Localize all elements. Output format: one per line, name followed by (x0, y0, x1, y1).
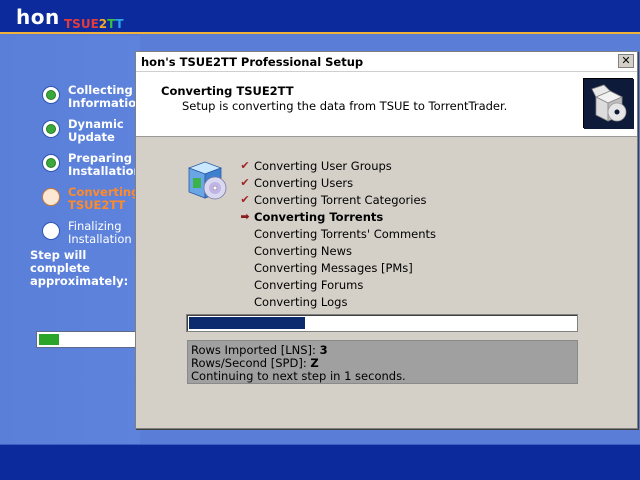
close-icon: ✕ (621, 54, 631, 67)
task-item: Converting Logs (236, 293, 576, 310)
task-item: Converting Messages [PMs] (236, 259, 576, 276)
task-item: ➡ Converting Torrents (236, 208, 576, 225)
setup-dialog: hon's TSUE2TT Professional Setup ✕ Conve… (135, 51, 638, 429)
top-banner: hon TSUE2TT (0, 0, 640, 34)
task-label: Converting Torrent Categories (254, 192, 427, 207)
step-complete-icon (42, 86, 60, 104)
header-title: Converting TSUE2TT (161, 84, 294, 98)
steps-panel: Collecting Information Dynamic Update Pr… (0, 36, 140, 444)
close-button[interactable]: ✕ (618, 54, 634, 68)
task-label: Converting Torrents' Comments (254, 226, 437, 241)
step-complete-icon (42, 154, 60, 172)
installer-cd-icon (183, 154, 233, 204)
conversion-progress-fill (189, 317, 305, 329)
step-label: Preparing Installation (68, 152, 140, 178)
step-preparing-installation: Preparing Installation (42, 152, 140, 178)
step-pending-icon (42, 222, 60, 240)
step-label: Collecting Information (68, 84, 140, 110)
time-estimate-label: Step will complete approximately: (30, 249, 129, 288)
check-icon: ✔ (240, 193, 250, 206)
step-collecting-information: Collecting Information (42, 84, 140, 110)
header-subtitle: Setup is converting the data from TSUE t… (182, 99, 508, 113)
logo-sub-part-4: T (115, 17, 124, 31)
logo-text: hon (16, 5, 60, 29)
dialog-titlebar[interactable]: hon's TSUE2TT Professional Setup ✕ (136, 52, 637, 72)
step-dynamic-update: Dynamic Update (42, 118, 140, 144)
step-complete-icon (42, 120, 60, 138)
rows-second-value: Z (310, 356, 319, 370)
check-icon: ✔ (240, 176, 250, 189)
arrow-right-icon: ➡ (240, 210, 250, 223)
logo-sub-part-1: TSUE (64, 17, 99, 31)
conversion-progress-bar (186, 314, 578, 332)
dialog-header: Converting TSUE2TT Setup is converting t… (136, 72, 637, 137)
step-label: Dynamic Update (68, 118, 124, 144)
dialog-title: hon's TSUE2TT Professional Setup (141, 55, 364, 69)
logo-sub-part-3: T (107, 17, 116, 31)
logo-subtitle: TSUE2TT (64, 17, 124, 31)
task-label: Converting Messages [PMs] (254, 260, 413, 275)
conversion-task-list: ✔ Converting User Groups ✔ Converting Us… (236, 157, 576, 310)
continue-status-text: Continuing to next step in 1 seconds. (191, 369, 406, 383)
task-item: Converting Torrents' Comments (236, 225, 576, 242)
task-label: Converting News (254, 243, 352, 258)
rows-imported-label: Rows Imported [LNS]: (191, 343, 316, 357)
overall-progress-bar (36, 331, 140, 348)
step-converting-tsue2tt: Converting TSUE2TT (42, 186, 140, 212)
task-label: Converting User Groups (254, 158, 392, 173)
task-item: ✔ Converting Torrent Categories (236, 191, 576, 208)
setup-box-icon (583, 78, 634, 129)
task-label: Converting Logs (254, 294, 348, 309)
status-panel: Rows Imported [LNS]: 3 Rows/Second [SPD]… (187, 340, 578, 384)
task-label: Converting Users (254, 175, 354, 190)
rows-imported-value: 3 (319, 343, 328, 357)
step-label: Converting TSUE2TT (68, 186, 140, 212)
step-finalizing-installation: Finalizing Installation (42, 220, 140, 246)
task-item: Converting News (236, 242, 576, 259)
step-current-icon (42, 188, 60, 206)
task-label: Converting Torrents (254, 209, 384, 224)
check-icon: ✔ (240, 159, 250, 172)
bottom-banner (0, 444, 640, 480)
task-item: ✔ Converting User Groups (236, 157, 576, 174)
step-label: Finalizing Installation (68, 220, 132, 246)
overall-progress-fill (39, 334, 59, 345)
task-label: Converting Forums (254, 277, 364, 292)
rows-second-label: Rows/Second [SPD]: (191, 356, 307, 370)
task-item: ✔ Converting Users (236, 174, 576, 191)
logo-sub-part-2: 2 (98, 17, 108, 31)
task-item: Converting Forums (236, 276, 576, 293)
